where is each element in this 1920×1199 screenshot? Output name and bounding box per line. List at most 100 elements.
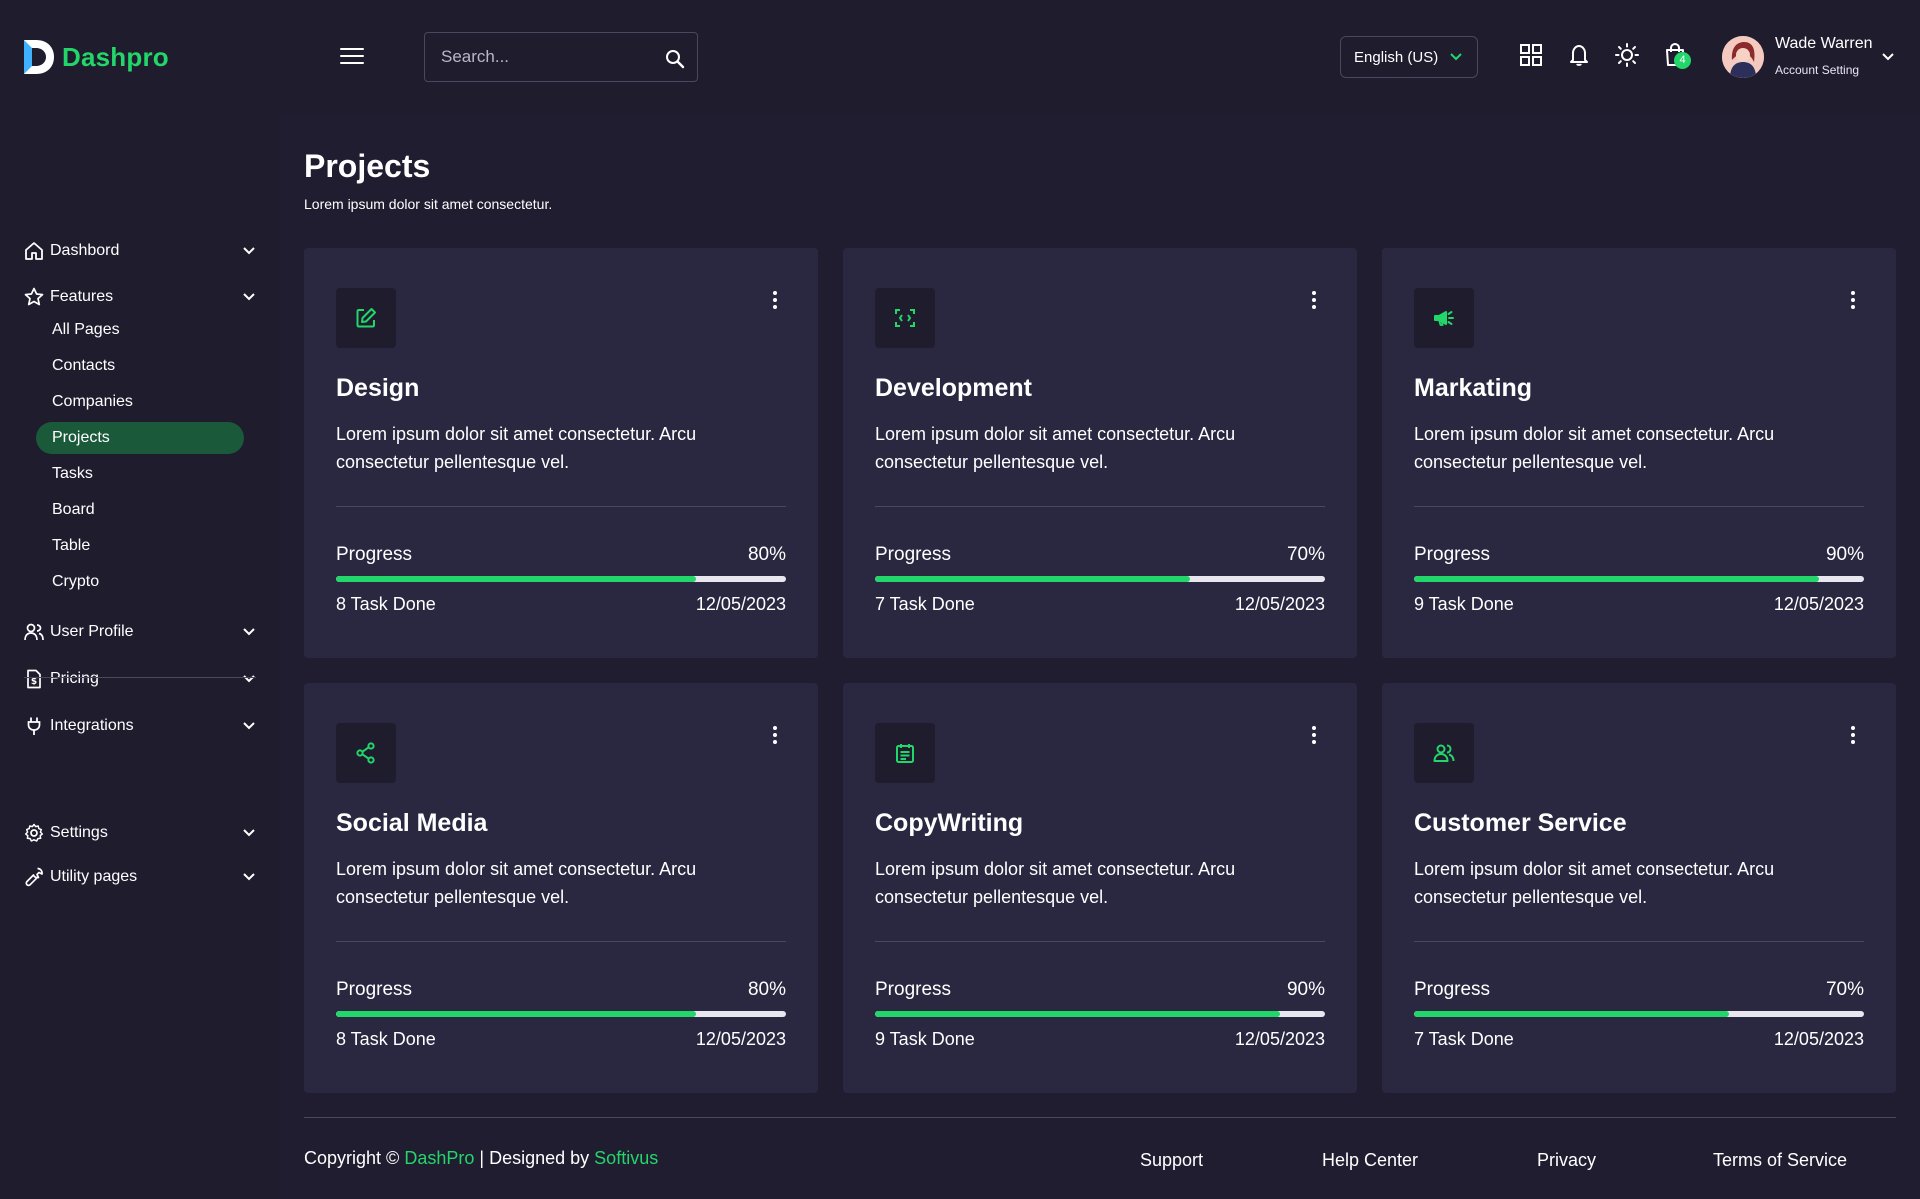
project-card: Social Media Lorem ipsum dolor sit amet … — [304, 683, 818, 1093]
more-vertical-icon[interactable] — [1309, 290, 1319, 310]
calendar-icon — [896, 744, 914, 763]
card-divider — [1414, 506, 1864, 507]
card-title: Design — [336, 374, 420, 402]
sidebar-subitem-crypto[interactable]: Crypto — [36, 566, 244, 598]
avatar[interactable] — [1722, 36, 1764, 78]
card-title: CopyWriting — [875, 809, 1024, 837]
footer-designer-link[interactable]: Softivus — [594, 1148, 658, 1168]
footer-link-terms[interactable]: Terms of Service — [1713, 1150, 1847, 1171]
more-vertical-icon[interactable] — [1848, 290, 1858, 310]
gear-icon — [24, 823, 44, 842]
card-divider — [336, 941, 786, 942]
code-scan-icon — [895, 309, 915, 327]
sidebar-subitem-board[interactable]: Board — [36, 494, 244, 526]
chevron-down-icon — [243, 722, 255, 730]
language-select[interactable]: English (US) — [1340, 36, 1478, 78]
sun-icon[interactable] — [1614, 42, 1640, 68]
progress-label: Progress — [875, 979, 952, 1000]
bell-icon[interactable] — [1566, 42, 1592, 68]
more-vertical-icon[interactable] — [770, 290, 780, 310]
card-date: 12/05/2023 — [1773, 594, 1864, 614]
card-title: Markating — [1414, 374, 1533, 402]
sidebar-item-integrations[interactable]: Integrations — [24, 711, 260, 741]
progress-label: Progress — [875, 544, 952, 565]
progress-label: Progress — [1414, 544, 1491, 565]
user-avatar-icon — [1722, 36, 1764, 78]
card-divider — [336, 506, 786, 507]
project-card: Development Lorem ipsum dolor sit amet c… — [843, 248, 1357, 658]
search-input[interactable] — [425, 33, 645, 81]
copyright-prefix: Copyright © — [304, 1148, 400, 1168]
sidebar-item-pricing[interactable]: $ Pricing — [24, 664, 260, 694]
chevron-down-icon — [243, 829, 255, 837]
card-title: Social Media — [336, 809, 488, 837]
sidebar-item-utility-pages[interactable]: Utility pages — [24, 862, 260, 892]
sidebar-item-features[interactable]: Features — [24, 282, 260, 312]
chevron-down-icon — [243, 675, 255, 683]
svg-text:$: $ — [31, 677, 37, 687]
card-date: 12/05/2023 — [1234, 594, 1325, 614]
footer-link-privacy[interactable]: Privacy — [1537, 1150, 1596, 1171]
card-icon-box — [336, 723, 396, 783]
chevron-down-icon — [1450, 53, 1462, 61]
more-vertical-icon[interactable] — [1309, 725, 1319, 745]
sidebar-subitem-projects[interactable]: Projects — [36, 422, 244, 454]
sidebar-subitem-tasks[interactable]: Tasks — [36, 458, 244, 490]
tasks-done: 9 Task Done — [1414, 594, 1514, 614]
project-card: Design Lorem ipsum dolor sit amet consec… — [304, 248, 818, 658]
more-vertical-icon[interactable] — [770, 725, 780, 745]
card-icon-box — [875, 723, 935, 783]
footer-link-support[interactable]: Support — [1140, 1150, 1203, 1171]
sidebar-item-user-profile[interactable]: User Profile — [24, 617, 260, 647]
progress-label: Progress — [336, 979, 413, 1000]
card-description: Lorem ipsum dolor sit amet consectetur. … — [875, 424, 1236, 472]
brand-name: Dashpro — [62, 41, 169, 72]
user-name[interactable]: Wade Warren — [1775, 35, 1873, 53]
top-header: Dashpro English (US) — [0, 0, 1920, 114]
chevron-down-icon — [243, 873, 255, 881]
sidebar-item-label: Settings — [50, 824, 108, 841]
sidebar-subitem-table[interactable]: Table — [36, 530, 244, 562]
search-icon[interactable] — [665, 49, 685, 69]
people-icon — [1433, 744, 1455, 762]
menu-toggle-icon[interactable] — [340, 48, 364, 66]
more-vertical-icon[interactable] — [1848, 725, 1858, 745]
sidebar-subitem-contacts[interactable]: Contacts — [36, 350, 244, 382]
project-card: CopyWriting Lorem ipsum dolor sit amet c… — [843, 683, 1357, 1093]
progress-value: 80% — [747, 979, 786, 1000]
chevron-down-icon — [243, 247, 255, 255]
chevron-down-icon[interactable] — [1881, 50, 1895, 64]
progress-fill — [336, 576, 696, 582]
card-date: 12/05/2023 — [695, 1029, 786, 1049]
sidebar-subitem-companies[interactable]: Companies — [36, 386, 244, 418]
footer-link-help-center[interactable]: Help Center — [1322, 1150, 1418, 1171]
account-setting-label[interactable]: Account Setting — [1775, 63, 1859, 77]
footer-copyright: Copyright © DashPro | Designed by Softiv… — [304, 1148, 658, 1169]
sidebar-item-label: Dashbord — [50, 242, 120, 259]
cart-badge: 4 — [1674, 52, 1691, 69]
grid-icon[interactable] — [1518, 42, 1544, 68]
logo-icon — [24, 40, 54, 74]
sidebar-divider — [24, 677, 256, 678]
progress-value: 70% — [1286, 544, 1325, 565]
brand-logo[interactable]: Dashpro — [22, 38, 169, 76]
home-icon — [25, 242, 43, 260]
sidebar-subitem-all-pages[interactable]: All Pages — [36, 314, 244, 346]
card-description: Lorem ipsum dolor sit amet consectetur. … — [1414, 859, 1775, 907]
progress-fill — [875, 1011, 1280, 1017]
sidebar-item-label: User Profile — [50, 623, 134, 640]
progress-bar — [336, 576, 786, 582]
search-box — [424, 32, 698, 82]
footer-brand-link[interactable]: DashPro — [404, 1148, 474, 1168]
card-divider — [875, 506, 1325, 507]
sidebar-item-settings[interactable]: Settings — [24, 818, 260, 848]
project-card: Markating Lorem ipsum dolor sit amet con… — [1382, 248, 1896, 658]
sidebar-item-dashboard[interactable]: Dashbord — [24, 236, 260, 266]
card-description: Lorem ipsum dolor sit amet consectetur. … — [1414, 424, 1775, 472]
chevron-down-icon — [243, 293, 255, 301]
edit-icon — [356, 308, 376, 328]
progress-bar — [875, 576, 1325, 582]
card-icon-box — [1414, 723, 1474, 783]
star-icon — [24, 287, 44, 306]
tasks-done: 7 Task Done — [1414, 1029, 1514, 1049]
